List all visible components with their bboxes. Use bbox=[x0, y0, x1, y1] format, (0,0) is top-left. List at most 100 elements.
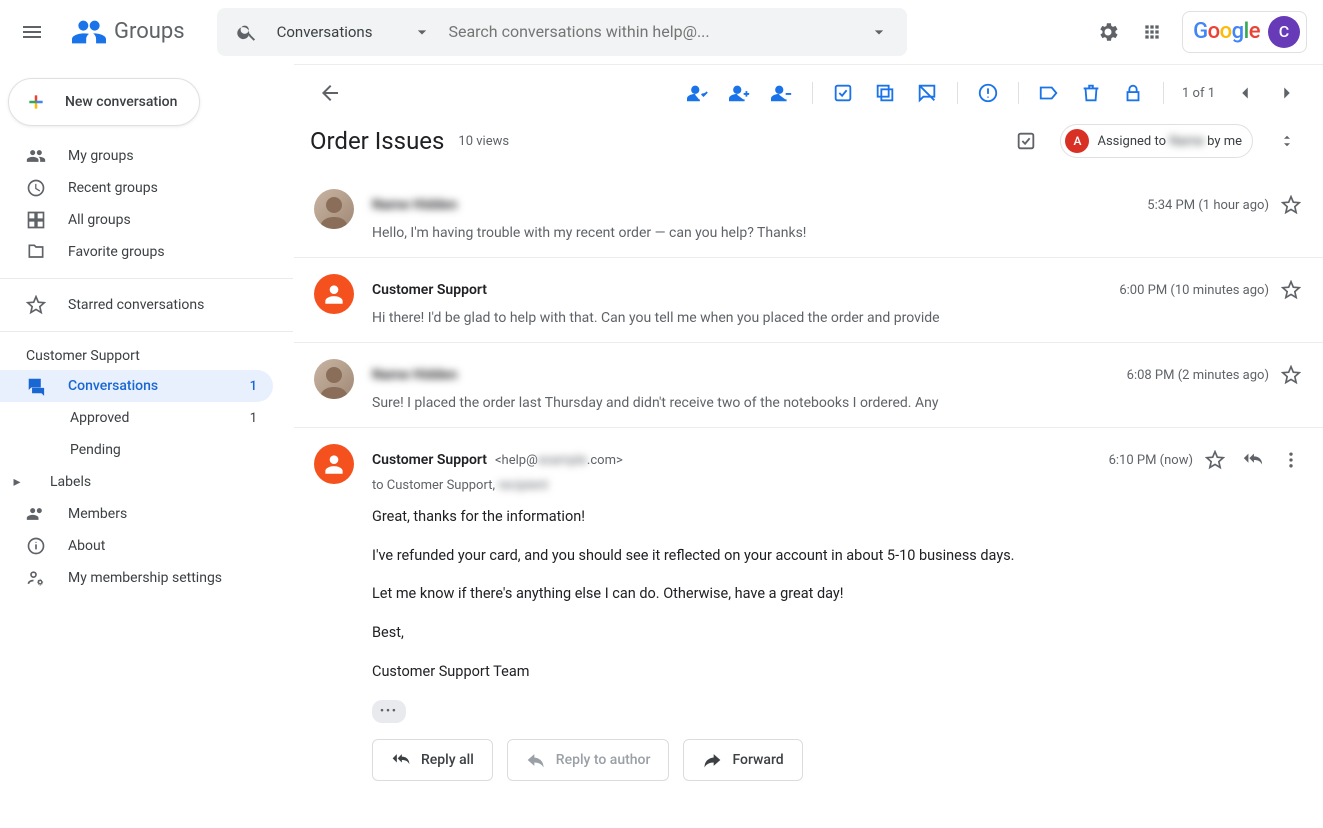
star-button[interactable] bbox=[1275, 274, 1307, 306]
message-expanded: Customer Support <help@example.com> 6:10… bbox=[294, 428, 1323, 797]
account-box[interactable]: Google C bbox=[1182, 11, 1307, 53]
lock-icon bbox=[1122, 82, 1144, 104]
header: Groups Conversations Google C bbox=[0, 0, 1323, 64]
settings-button[interactable] bbox=[1088, 12, 1128, 52]
star-outline-icon bbox=[1281, 195, 1301, 215]
message-row[interactable]: Name Hidden 5:34 PM (1 hour ago) Hello, … bbox=[294, 173, 1323, 258]
assignee-avatar: A bbox=[1065, 129, 1089, 153]
page-indicator: 1 of 1 bbox=[1174, 86, 1223, 101]
search-bar: Conversations bbox=[217, 8, 907, 56]
search-options-button[interactable] bbox=[859, 22, 899, 42]
nav-recent-groups[interactable]: Recent groups bbox=[0, 172, 273, 204]
show-trimmed-button[interactable]: ••• bbox=[372, 700, 406, 723]
sender-name: Name Hidden bbox=[372, 367, 457, 383]
no-reply-button[interactable] bbox=[907, 73, 947, 113]
nav-favorite-groups[interactable]: Favorite groups bbox=[0, 236, 273, 268]
forward-icon bbox=[702, 750, 722, 770]
message-snippet: Hello, I'm having trouble with my recent… bbox=[372, 225, 1307, 241]
lock-button[interactable] bbox=[1113, 73, 1153, 113]
toolbar: 1 of 1 bbox=[294, 65, 1323, 121]
chevron-right-icon bbox=[1276, 82, 1298, 104]
folder-icon bbox=[26, 242, 46, 262]
message-row[interactable]: Name Hidden 6:08 PM (2 minutes ago) Sure… bbox=[294, 343, 1323, 428]
mark-complete-button[interactable] bbox=[823, 73, 863, 113]
people-icon bbox=[26, 146, 46, 166]
next-button[interactable] bbox=[1267, 73, 1307, 113]
chat-icon bbox=[26, 376, 46, 396]
search-icon[interactable] bbox=[225, 21, 269, 43]
person-minus-icon bbox=[771, 82, 793, 104]
mark-done-button[interactable] bbox=[1006, 121, 1046, 161]
label-button[interactable] bbox=[1029, 73, 1069, 113]
more-vert-icon bbox=[1281, 450, 1301, 470]
thread-header: Order Issues 10 views A Assigned to Name… bbox=[294, 121, 1323, 173]
grid-icon bbox=[26, 210, 46, 230]
message-time: 5:34 PM (1 hour ago) bbox=[1147, 198, 1269, 213]
product-name: Groups bbox=[114, 19, 185, 44]
search-input[interactable] bbox=[448, 22, 858, 41]
google-logo: Google bbox=[1193, 19, 1260, 44]
message-row[interactable]: Customer Support 6:00 PM (10 minutes ago… bbox=[294, 258, 1323, 343]
plus-icon bbox=[21, 87, 51, 117]
star-button[interactable] bbox=[1275, 189, 1307, 221]
main-menu-button[interactable] bbox=[8, 8, 56, 56]
triangle-right-icon: ▸ bbox=[8, 474, 26, 490]
sender-avatar bbox=[314, 274, 354, 314]
message-time: 6:08 PM (2 minutes ago) bbox=[1127, 368, 1269, 383]
assign-button[interactable] bbox=[678, 73, 718, 113]
back-button[interactable] bbox=[310, 73, 350, 113]
nav-labels[interactable]: ▸ Labels bbox=[0, 466, 293, 498]
nav-conversations[interactable]: Conversations 1 bbox=[0, 370, 273, 402]
nav-about[interactable]: About bbox=[0, 530, 273, 562]
star-icon bbox=[26, 295, 46, 315]
delete-button[interactable] bbox=[1071, 73, 1111, 113]
prev-button[interactable] bbox=[1225, 73, 1265, 113]
reply-all-icon bbox=[391, 750, 411, 770]
person-plus-icon bbox=[729, 82, 751, 104]
report-button[interactable] bbox=[968, 73, 1008, 113]
account-avatar[interactable]: C bbox=[1268, 16, 1300, 48]
star-button[interactable] bbox=[1199, 444, 1231, 476]
message-body: Great, thanks for the information! I've … bbox=[372, 505, 1307, 723]
new-conversation-button[interactable]: New conversation bbox=[8, 78, 200, 126]
sender-name: Name Hidden bbox=[372, 197, 457, 213]
add-member-button[interactable] bbox=[720, 73, 760, 113]
chevron-left-icon bbox=[1234, 82, 1256, 104]
divider bbox=[0, 278, 293, 279]
assigned-chip[interactable]: A Assigned to Name by me bbox=[1060, 124, 1253, 158]
message-snippet: Sure! I placed the order last Thursday a… bbox=[372, 395, 1307, 411]
sender-avatar bbox=[314, 444, 354, 484]
product-logo[interactable]: Groups bbox=[64, 15, 193, 49]
alert-icon bbox=[977, 82, 999, 104]
expand-collapse-button[interactable] bbox=[1267, 121, 1307, 161]
nav-members[interactable]: Members bbox=[0, 498, 273, 530]
reply-author-button[interactable]: Reply to author bbox=[507, 739, 670, 781]
forward-button[interactable]: Forward bbox=[683, 739, 802, 781]
apps-button[interactable] bbox=[1132, 12, 1172, 52]
person-check-icon bbox=[687, 82, 709, 104]
star-outline-icon bbox=[1281, 280, 1301, 300]
sender-avatar bbox=[314, 189, 354, 229]
check-box-icon bbox=[1015, 130, 1037, 152]
star-button[interactable] bbox=[1275, 359, 1307, 391]
recipients[interactable]: to Customer Support, recipient bbox=[372, 478, 1307, 493]
arrow-left-icon bbox=[318, 81, 342, 105]
reply-all-button[interactable]: Reply all bbox=[372, 739, 493, 781]
nav-approved[interactable]: Approved 1 bbox=[0, 402, 273, 434]
main: 1 of 1 Order Issues 10 views A Assigned … bbox=[294, 64, 1323, 828]
reply-all-icon-button[interactable] bbox=[1237, 444, 1269, 476]
message-snippet: Hi there! I'd be glad to help with that.… bbox=[372, 310, 1307, 326]
more-button[interactable] bbox=[1275, 444, 1307, 476]
reply-row: Reply all Reply to author Forward bbox=[372, 723, 1307, 781]
chat-off-icon bbox=[916, 82, 938, 104]
info-icon bbox=[26, 536, 46, 556]
search-scope-dropdown[interactable]: Conversations bbox=[269, 22, 449, 42]
duplicate-button[interactable] bbox=[865, 73, 905, 113]
nav-starred[interactable]: Starred conversations bbox=[0, 289, 273, 321]
check-box-icon bbox=[832, 82, 854, 104]
nav-pending[interactable]: Pending bbox=[0, 434, 273, 466]
remove-member-button[interactable] bbox=[762, 73, 802, 113]
nav-all-groups[interactable]: All groups bbox=[0, 204, 273, 236]
nav-membership-settings[interactable]: My membership settings bbox=[0, 562, 273, 594]
nav-my-groups[interactable]: My groups bbox=[0, 140, 273, 172]
